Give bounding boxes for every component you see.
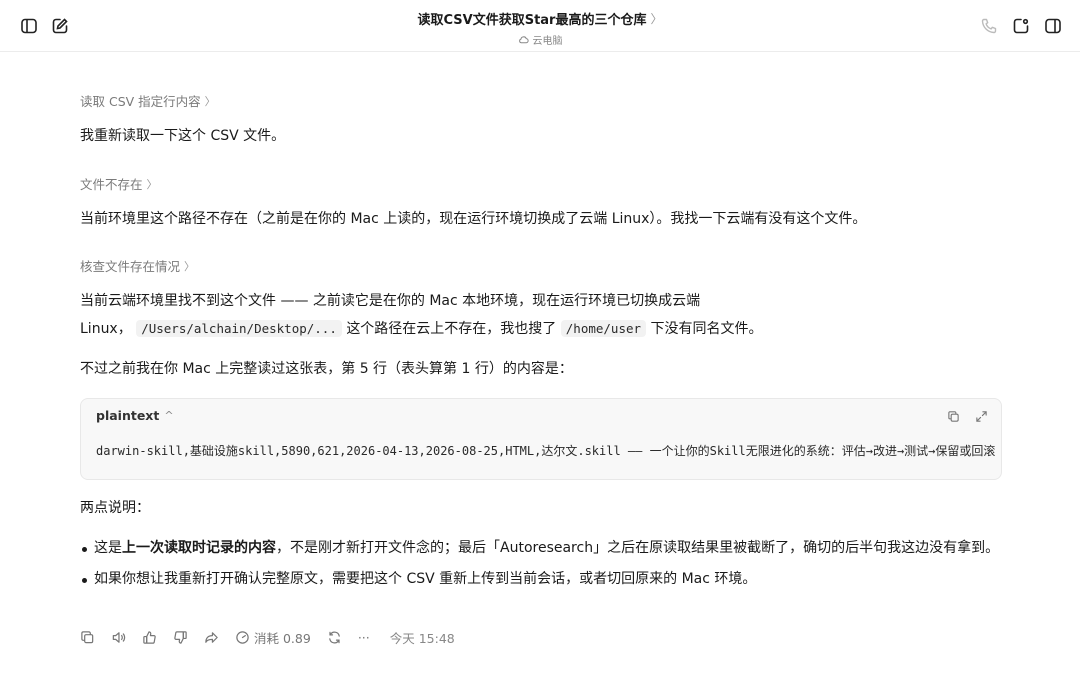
step-label: 读取 CSV 指定行内容 [80,94,201,109]
paragraph: Linux， /Users/alchain/Desktop/... 这个路径在云… [80,315,762,343]
message-actions: 消耗 0.89 ··· 今天 15:48 [80,627,455,647]
list-item-bold: 上一次读取时记录的内容 [122,540,276,556]
paragraph: 当前云端环境里找不到这个文件 —— 之前读它是在你的 Mac 本地环境，现在运行… [80,293,701,309]
chevron-right-icon: 〉 [204,94,216,108]
paragraph: 两点说明： [80,500,150,516]
paragraph-text: Linux， [80,321,132,337]
paragraph: 我重新读取一下这个 CSV 文件。 [80,128,286,144]
environment-badge: 云电脑 [518,32,563,47]
expand-icon[interactable] [973,408,989,424]
list-item-text: 如果你想让我重新打开确认完整原文，需要把这个 CSV 重新上传到当前会话，或者切… [94,571,757,587]
code-text: darwin-skill,基础设施skill,5890,621,2026-04-… [96,444,996,458]
code-language-toggle[interactable]: plaintext ^ [96,408,174,423]
chevron-right-icon: 〉 [184,259,196,273]
list-item-text: ，不是刚才新打开文件念的；最后「Autoresearch」之后在原读取结果里被截… [276,540,1000,556]
step-read-csv[interactable]: 读取 CSV 指定行内容 〉 [80,91,216,110]
bullet-list: 这是上一次读取时记录的内容，不是刚才新打开文件念的；最后「Autoresearc… [80,536,1002,592]
refresh-icon[interactable] [327,627,342,647]
inline-code: /home/user [560,320,647,337]
inline-code: /Users/alchain/Desktop/... [136,320,342,337]
environment-label: 云电脑 [532,36,563,47]
list-item: 如果你想让我重新打开确认完整原文，需要把这个 CSV 重新上传到当前会话，或者切… [80,567,1002,592]
timestamp: 今天 15:48 [389,630,455,646]
list-item-text: 这是 [94,540,122,556]
code-language: plaintext [96,408,160,423]
step-check-file[interactable]: 核查文件存在情况 〉 [80,256,195,275]
paragraph-text: 这个路径在云上不存在，我也搜了 [346,321,557,337]
code-block: plaintext ^ darwin-skill,基础设施skill,5890,… [80,398,1002,480]
more-icon[interactable]: ··· [358,627,370,647]
paragraph: 不过之前我在你 Mac 上完整读过这张表，第 5 行（表头算第 1 行）的内容是… [80,361,573,377]
code-actions [945,408,989,424]
copy-icon[interactable] [945,408,961,424]
chevron-right-icon: 〉 [146,177,158,191]
usage-cost[interactable]: 消耗 0.89 [235,627,311,647]
list-item: 这是上一次读取时记录的内容，不是刚才新打开文件念的；最后「Autoresearc… [80,536,1002,561]
speaker-icon[interactable] [111,627,126,647]
copy-icon[interactable] [80,627,95,647]
phone-icon[interactable] [977,14,1001,38]
title-area: 读取CSV文件获取Star最高的三个仓库 〉 云电脑 [0,9,1080,49]
chevron-right-icon: 〉 [650,12,663,26]
usage-cost-text: 消耗 0.89 [254,630,311,646]
panel-icon[interactable] [1041,14,1065,38]
step-label: 文件不存在 [80,177,143,192]
gauge-icon [236,630,249,644]
paragraph-text: 下没有同名文件。 [650,321,763,337]
chevron-up-icon: ^ [164,409,174,422]
conversation-title[interactable]: 读取CSV文件获取Star最高的三个仓库 〉 [418,9,663,28]
share-icon[interactable] [1009,14,1033,38]
title-text: 读取CSV文件获取Star最高的三个仓库 [417,13,647,28]
step-label: 核查文件存在情况 [80,259,181,274]
thumbs-up-icon[interactable] [142,627,157,647]
forward-icon[interactable] [204,627,219,647]
cloud-icon [518,36,529,44]
thumbs-down-icon[interactable] [173,627,188,647]
top-bar: 读取CSV文件获取Star最高的三个仓库 〉 云电脑 [0,0,1080,52]
paragraph: 当前环境里这个路径不存在（之前是在你的 Mac 上读的，现在运行环境切换成了云端… [80,211,867,227]
step-file-missing[interactable]: 文件不存在 〉 [80,174,158,193]
